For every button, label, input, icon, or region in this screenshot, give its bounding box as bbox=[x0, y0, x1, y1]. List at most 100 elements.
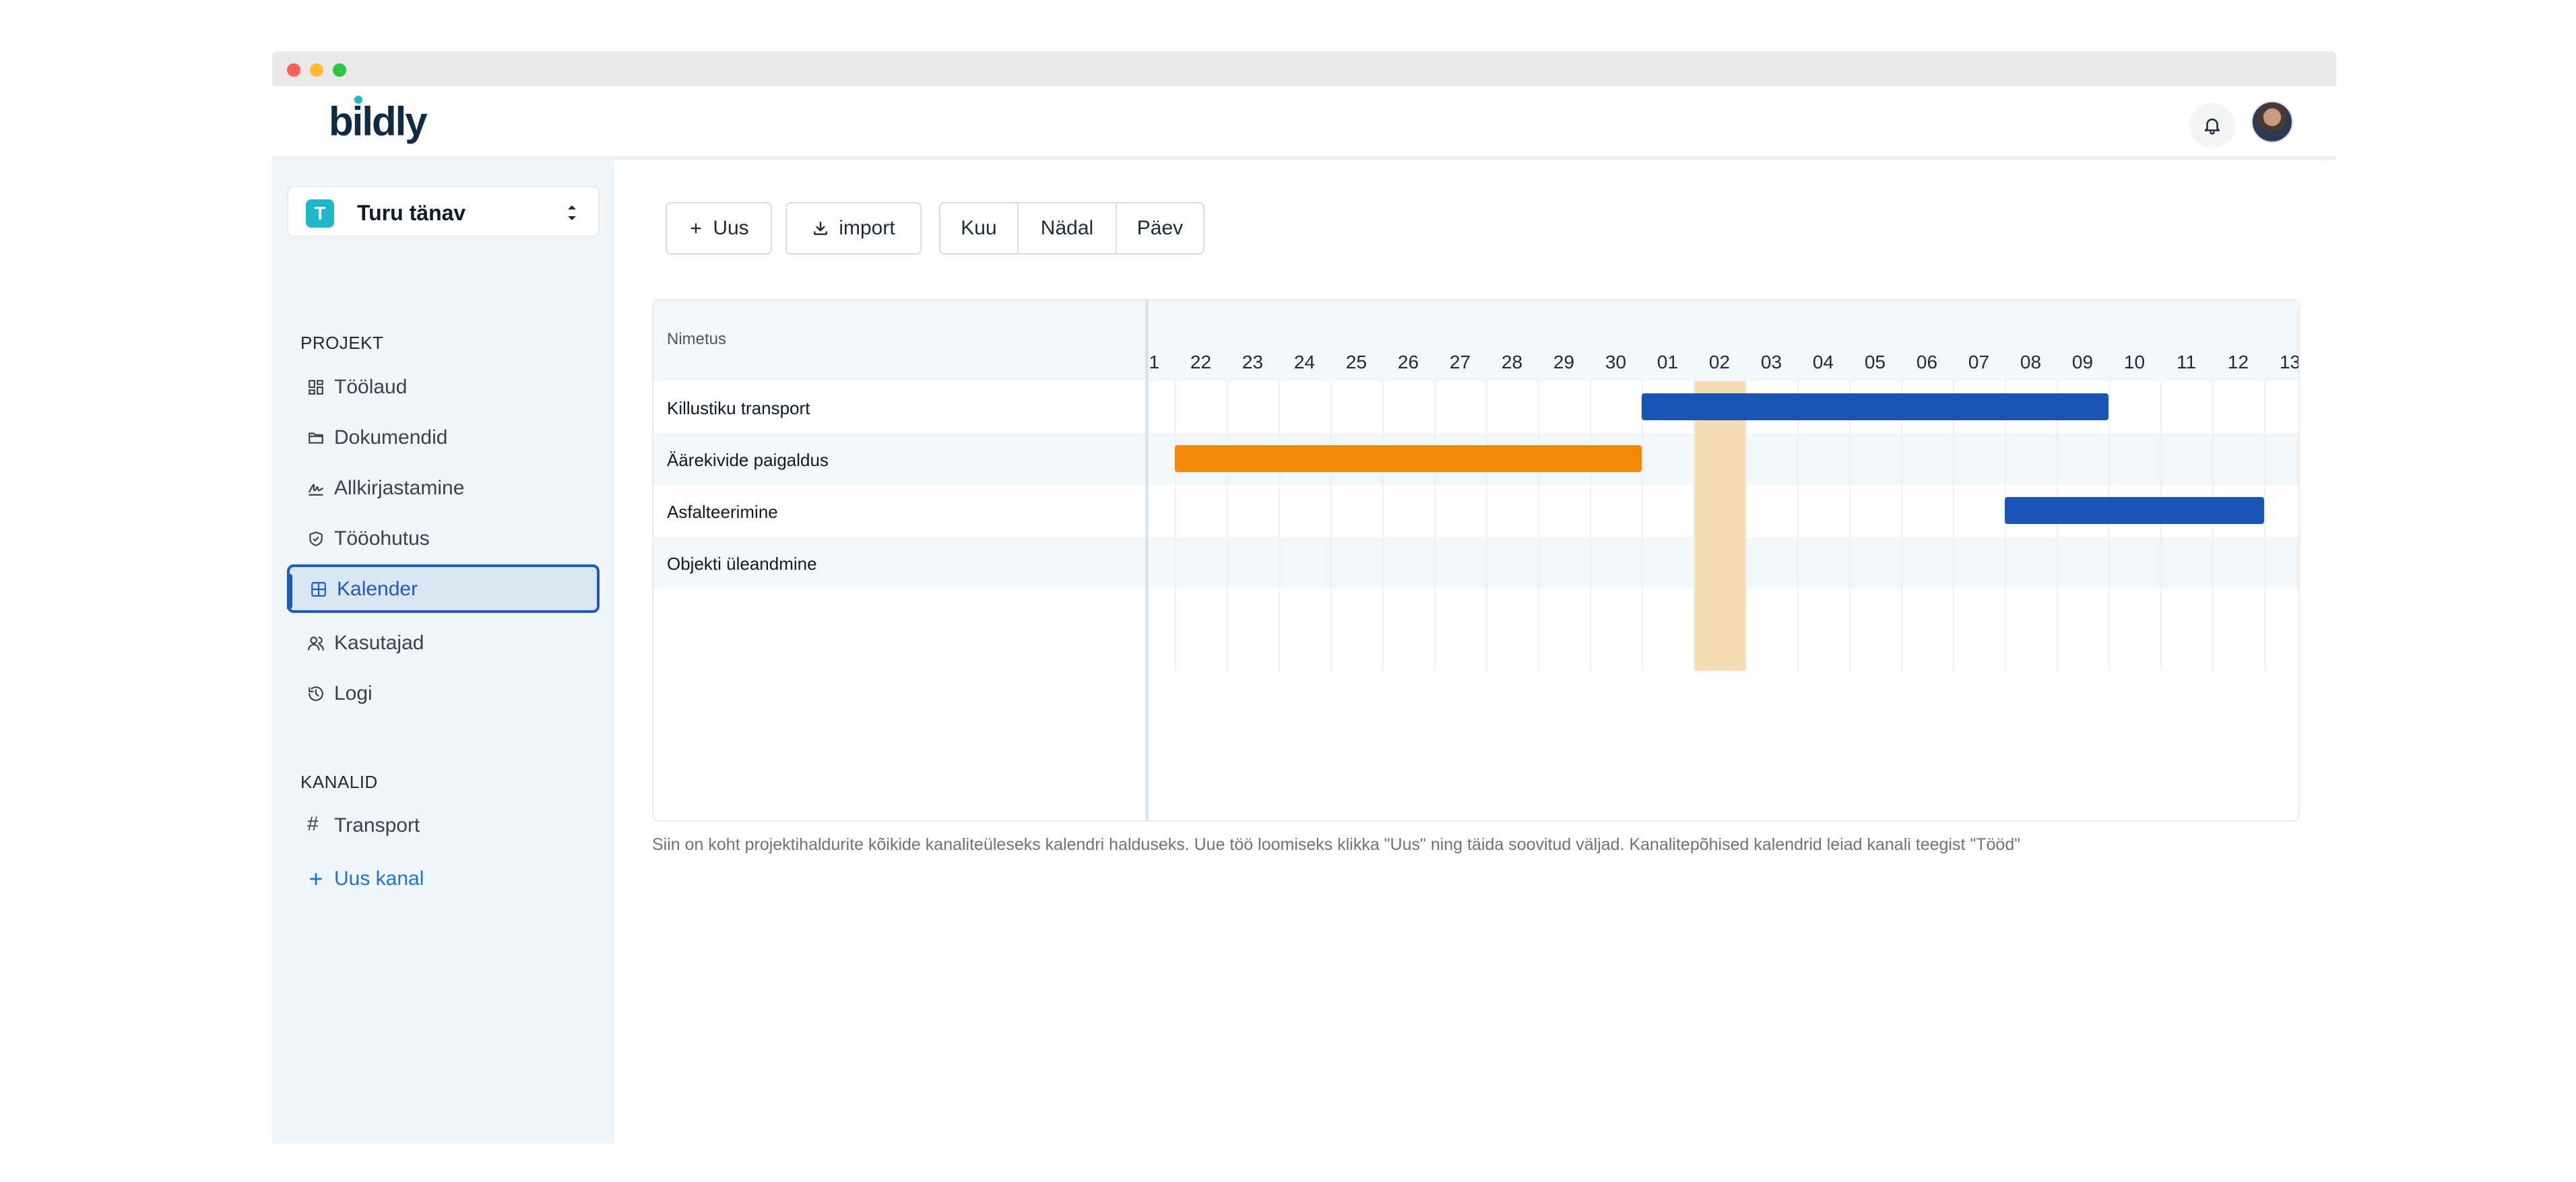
folder-icon bbox=[309, 432, 323, 444]
day-gridline bbox=[1901, 381, 1902, 671]
channel-item-transport[interactable]: # Transport bbox=[287, 801, 600, 849]
task-name[interactable]: Äärekivide paigaldus bbox=[667, 450, 829, 471]
window-minimize-icon[interactable] bbox=[310, 63, 323, 77]
day-gridline bbox=[1694, 381, 1695, 671]
window-maximize-icon[interactable] bbox=[333, 63, 346, 77]
users-icon bbox=[308, 636, 324, 651]
import-button[interactable]: import bbox=[785, 202, 922, 255]
day-gridline bbox=[2108, 381, 2110, 671]
view-week-button[interactable]: Nädal bbox=[1019, 203, 1117, 253]
day-gridline bbox=[1538, 381, 1539, 671]
sidebar-item-kasutajad[interactable]: Kasutajad bbox=[287, 618, 600, 667]
project-name: Turu tänav bbox=[357, 201, 466, 225]
sidebar-item-label: Allkirjastamine bbox=[334, 477, 465, 499]
day-label: 11 bbox=[2176, 352, 2197, 372]
day-label: 27 bbox=[1449, 352, 1471, 372]
hash-icon: # bbox=[307, 813, 319, 835]
day-label: 25 bbox=[1345, 352, 1367, 372]
sidebar-item-label: Logi bbox=[334, 682, 373, 704]
app-logo[interactable]: bildly bbox=[329, 98, 428, 145]
day-label: 28 bbox=[1501, 352, 1523, 372]
download-icon bbox=[814, 222, 828, 235]
window-close-icon[interactable] bbox=[287, 63, 300, 77]
sidebar: T Turu tänav PROJEKT Töölaud Dokumendid bbox=[272, 160, 614, 1144]
day-label: 22 bbox=[1190, 352, 1212, 372]
day-label: 10 bbox=[2123, 352, 2146, 372]
project-section-title: PROJEKT bbox=[300, 333, 384, 353]
signature-icon bbox=[309, 484, 323, 496]
top-bar: bildly bbox=[272, 86, 2336, 160]
day-gridline bbox=[1953, 381, 1954, 671]
notifications-button[interactable] bbox=[2189, 102, 2235, 148]
task-name[interactable]: Killustiku transport bbox=[667, 398, 810, 419]
day-label: 26 bbox=[1397, 352, 1419, 372]
day-label: 06 bbox=[1916, 352, 1938, 372]
gantt-timeline: 21 22 23 24 25 26 27 28 29 30 01 02 03 04 05 06 07 08 09 10… bbox=[1149, 300, 2300, 820]
day-label: 12 bbox=[2227, 352, 2249, 372]
sidebar-item-kalender[interactable]: Kalender bbox=[287, 564, 600, 613]
column-divider[interactable] bbox=[1145, 300, 1149, 820]
day-gridline bbox=[1849, 381, 1850, 671]
plus-icon bbox=[310, 873, 322, 885]
project-selector[interactable]: T Turu tänav bbox=[287, 186, 600, 237]
sidebar-item-label: Kalender bbox=[337, 578, 418, 600]
day-gridline bbox=[1330, 381, 1332, 671]
window-titlebar bbox=[272, 51, 2336, 86]
sidebar-item-logi[interactable]: Logi bbox=[287, 669, 600, 717]
day-gridline bbox=[2160, 381, 2162, 671]
channel-item-label: Transport bbox=[334, 814, 420, 836]
day-gridline bbox=[2264, 381, 2265, 671]
day-gridline bbox=[1434, 381, 1436, 671]
task-name[interactable]: Asfalteerimine bbox=[667, 502, 778, 523]
sidebar-item-label: Töölaud bbox=[334, 376, 408, 398]
task-bar[interactable] bbox=[1175, 445, 1642, 472]
sidebar-item-dokumendid[interactable]: Dokumendid bbox=[287, 413, 600, 461]
sidebar-item-tooohutus[interactable]: Tööohutus bbox=[287, 514, 600, 562]
view-switcher: Kuu Nädal Päev bbox=[939, 202, 1204, 255]
day-label: 23 bbox=[1242, 352, 1264, 372]
day-gridline bbox=[2212, 381, 2214, 671]
day-gridline bbox=[1382, 381, 1384, 671]
channels-section-title: KANALID bbox=[300, 772, 378, 792]
user-avatar[interactable] bbox=[2251, 101, 2293, 143]
task-bar[interactable] bbox=[1642, 393, 2108, 420]
day-label: 24 bbox=[1293, 352, 1316, 372]
sidebar-item-label: Kasutajad bbox=[334, 632, 424, 654]
bell-icon bbox=[2204, 119, 2220, 135]
day-label: 01 bbox=[1656, 352, 1679, 372]
plus-icon bbox=[690, 223, 701, 234]
day-gridline bbox=[2057, 381, 2058, 671]
day-gridline bbox=[1486, 381, 1487, 671]
day-label: 13 bbox=[2279, 352, 2300, 372]
history-icon bbox=[309, 686, 323, 701]
day-gridline bbox=[1279, 381, 1280, 671]
shield-check-icon bbox=[309, 531, 323, 546]
day-gridline bbox=[1797, 381, 1799, 671]
day-gridline bbox=[1590, 381, 1591, 671]
import-button-label: import bbox=[839, 217, 895, 239]
day-label: 29 bbox=[1553, 352, 1575, 372]
day-gridline bbox=[1745, 381, 1747, 671]
sidebar-item-label: Dokumendid bbox=[334, 426, 448, 449]
new-button[interactable]: Uus bbox=[666, 202, 772, 255]
day-label: 30 bbox=[1605, 352, 1627, 372]
app-window: bildly T Turu tänav PROJEKT Töölaud Doku… bbox=[272, 51, 2336, 1144]
day-label: 05 bbox=[1864, 352, 1886, 372]
gantt-chart: Nimetus Killustiku transport Äärekivide … bbox=[652, 299, 2300, 822]
task-bar[interactable] bbox=[2005, 497, 2264, 524]
view-day-button[interactable]: Päev bbox=[1117, 203, 1203, 253]
chevron-up-down-icon bbox=[568, 205, 576, 220]
sidebar-item-toolaud[interactable]: Töölaud bbox=[287, 362, 600, 411]
day-label: 08 bbox=[2020, 352, 2042, 372]
day-label: 09 bbox=[2071, 352, 2094, 372]
dashboard-icon bbox=[309, 380, 323, 395]
view-month-button[interactable]: Kuu bbox=[940, 203, 1019, 253]
logo-dot-icon bbox=[354, 96, 362, 104]
project-badge: T bbox=[306, 199, 334, 228]
sidebar-item-allkirjastamine[interactable]: Allkirjastamine bbox=[287, 463, 600, 512]
day-gridline bbox=[1642, 381, 1643, 671]
task-name[interactable]: Objekti üleandmine bbox=[667, 554, 817, 574]
today-highlight bbox=[1694, 381, 1745, 671]
add-channel-button[interactable]: Uus kanal bbox=[287, 854, 600, 902]
day-label: 02 bbox=[1708, 352, 1731, 372]
